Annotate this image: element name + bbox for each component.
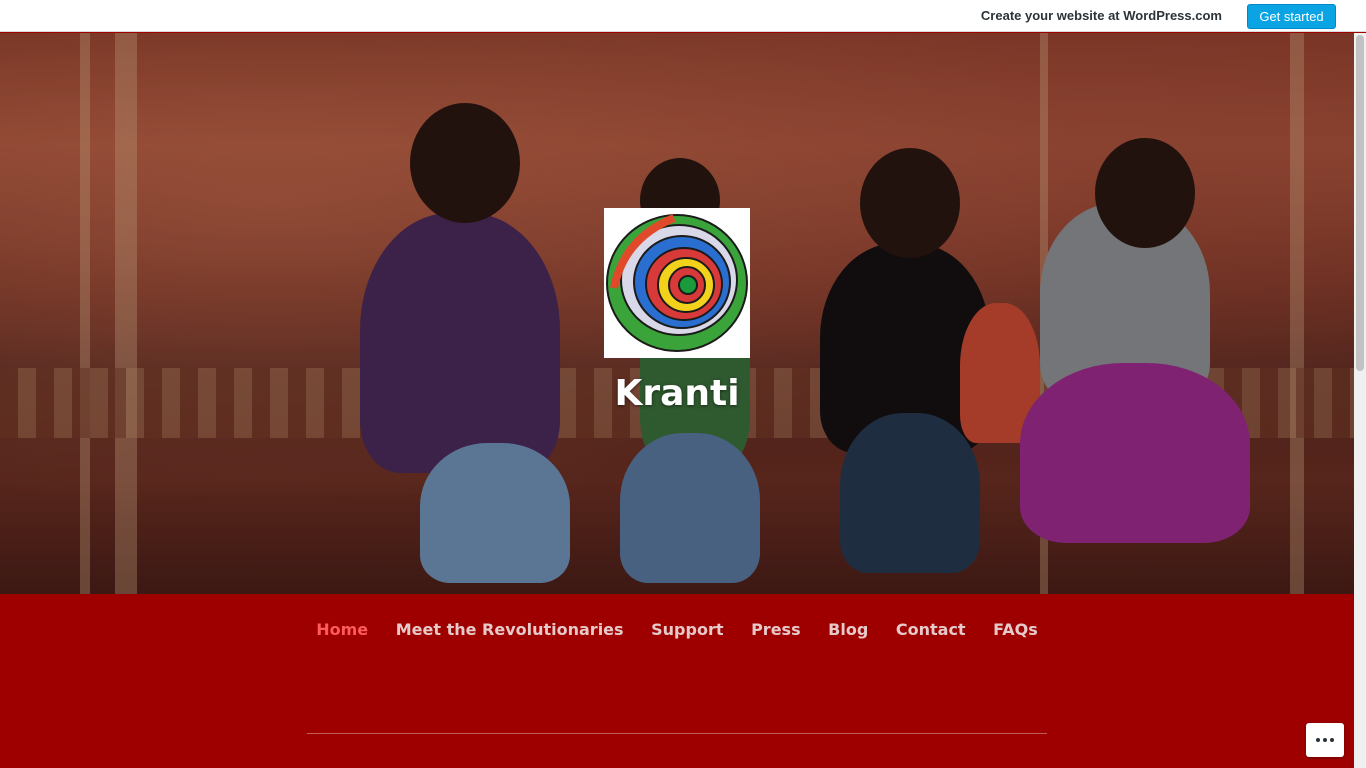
nav-contact[interactable]: Contact <box>896 620 966 639</box>
header-image: Kranti <box>0 33 1354 594</box>
create-website-link[interactable]: Create your website at WordPress.com <box>981 8 1222 23</box>
nav-home[interactable]: Home <box>316 620 368 639</box>
spiral-logo-icon <box>606 214 748 352</box>
ellipsis-icon[interactable] <box>1306 723 1344 757</box>
nav-faqs[interactable]: FAQs <box>993 620 1038 639</box>
nav-meet-the-revolutionaries[interactable]: Meet the Revolutionaries <box>396 620 624 639</box>
content-divider <box>307 733 1047 734</box>
main-navigation: Home Meet the Revolutionaries Support Pr… <box>0 620 1354 639</box>
wordpress-top-bar: Create your website at WordPress.com Get… <box>0 0 1366 32</box>
get-started-button[interactable]: Get started <box>1247 4 1336 29</box>
site-logo[interactable] <box>604 208 750 358</box>
nav-press[interactable]: Press <box>751 620 801 639</box>
site-title[interactable]: Kranti <box>0 373 1354 414</box>
scrollbar-thumb[interactable] <box>1356 35 1364 371</box>
nav-support[interactable]: Support <box>651 620 723 639</box>
scrollbar[interactable] <box>1354 33 1366 768</box>
nav-blog[interactable]: Blog <box>828 620 868 639</box>
